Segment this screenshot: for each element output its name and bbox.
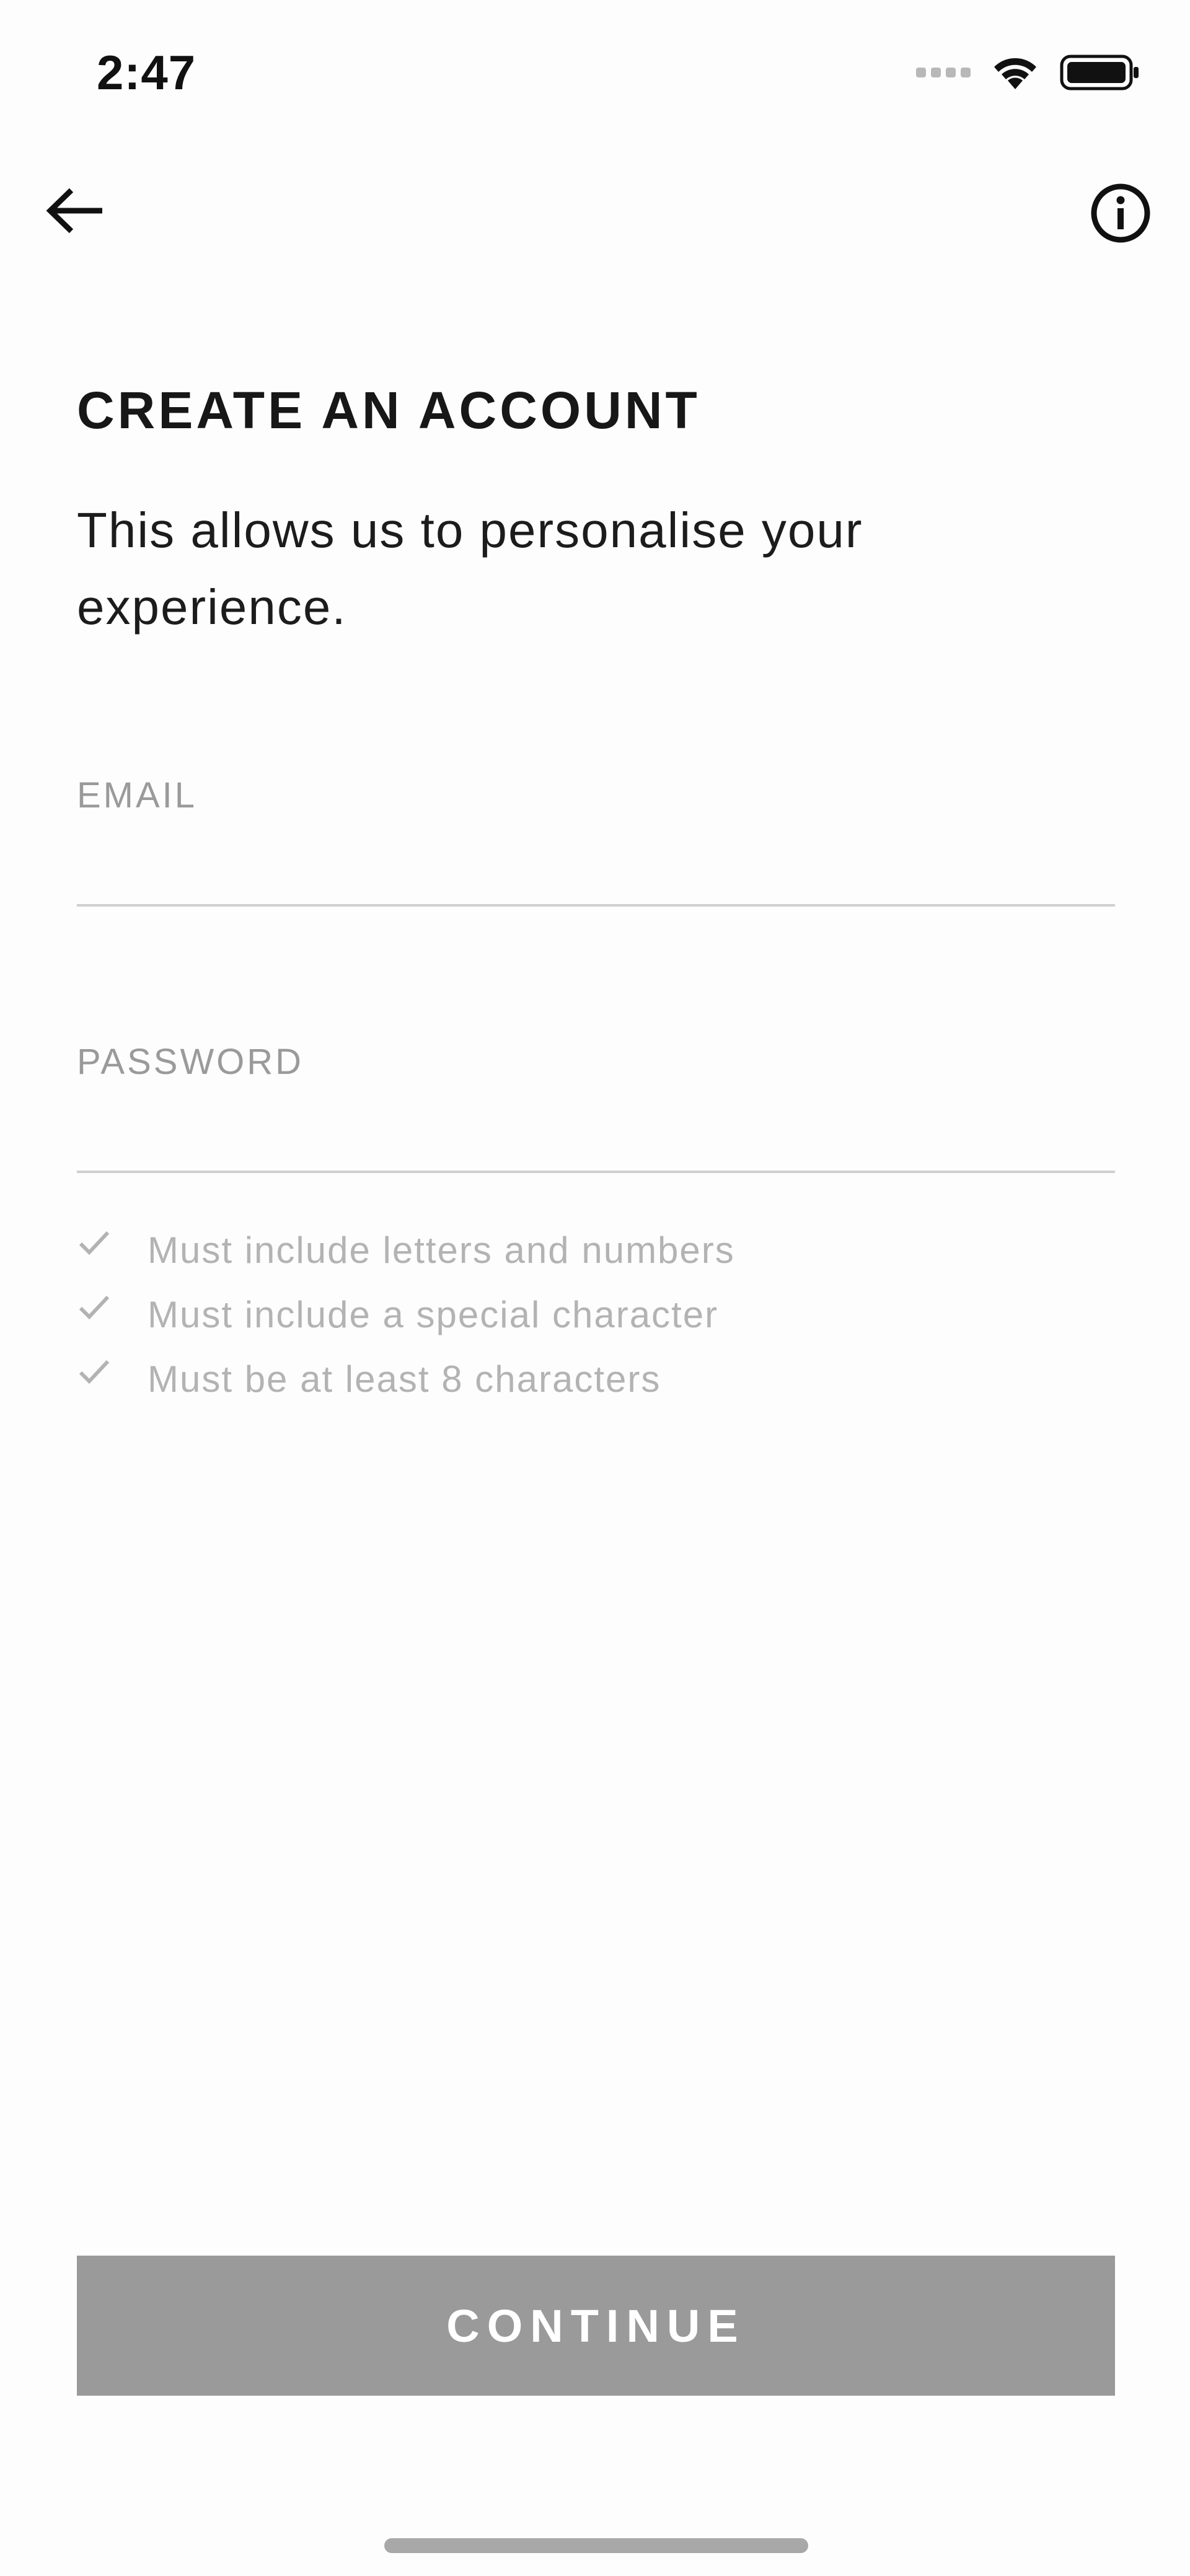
battery-icon [1060,55,1139,90]
create-account-screen: 2:47 CREATE AN ACCOUNT This allows us to… [0,0,1190,2576]
password-field: PASSWORD [77,1044,1115,1173]
header-content: CREATE AN ACCOUNT This allows us to pers… [77,384,1115,646]
status-time: 2:47 [97,45,196,100]
email-field: EMAIL [77,778,1115,907]
home-indicator[interactable] [384,2538,808,2553]
password-rule-text: Must be at least 8 characters [148,1358,661,1400]
status-bar: 2:47 [0,0,1190,143]
cellular-signal-icon [916,68,971,77]
info-circle-icon [1091,183,1150,243]
navigation-bar [0,161,1190,260]
check-icon [79,1295,110,1320]
password-rule: Must include a special character [77,1282,1069,1347]
info-button[interactable] [1086,178,1155,248]
continue-button[interactable]: CONTINUE [77,2256,1115,2396]
password-label: PASSWORD [77,1042,304,1082]
check-icon [79,1231,110,1255]
back-button[interactable] [42,180,110,242]
password-input[interactable] [77,1099,1115,1173]
password-rule-text: Must include letters and numbers [148,1229,735,1271]
email-input[interactable] [77,832,1115,907]
arrow-left-icon [46,188,102,234]
wifi-icon [994,58,1036,89]
page-subtitle: This allows us to personalise your exper… [77,503,863,635]
password-rule: Must be at least 8 characters [77,1347,1069,1411]
password-rules: Must include letters and numbers Must in… [77,1218,1069,1411]
password-rule-text: Must include a special character [148,1293,719,1335]
status-icons [916,53,1140,92]
email-label: EMAIL [77,775,198,815]
page-title: CREATE AN ACCOUNT [77,381,700,439]
password-rule: Must include letters and numbers [77,1218,1069,1282]
check-icon [79,1360,110,1384]
